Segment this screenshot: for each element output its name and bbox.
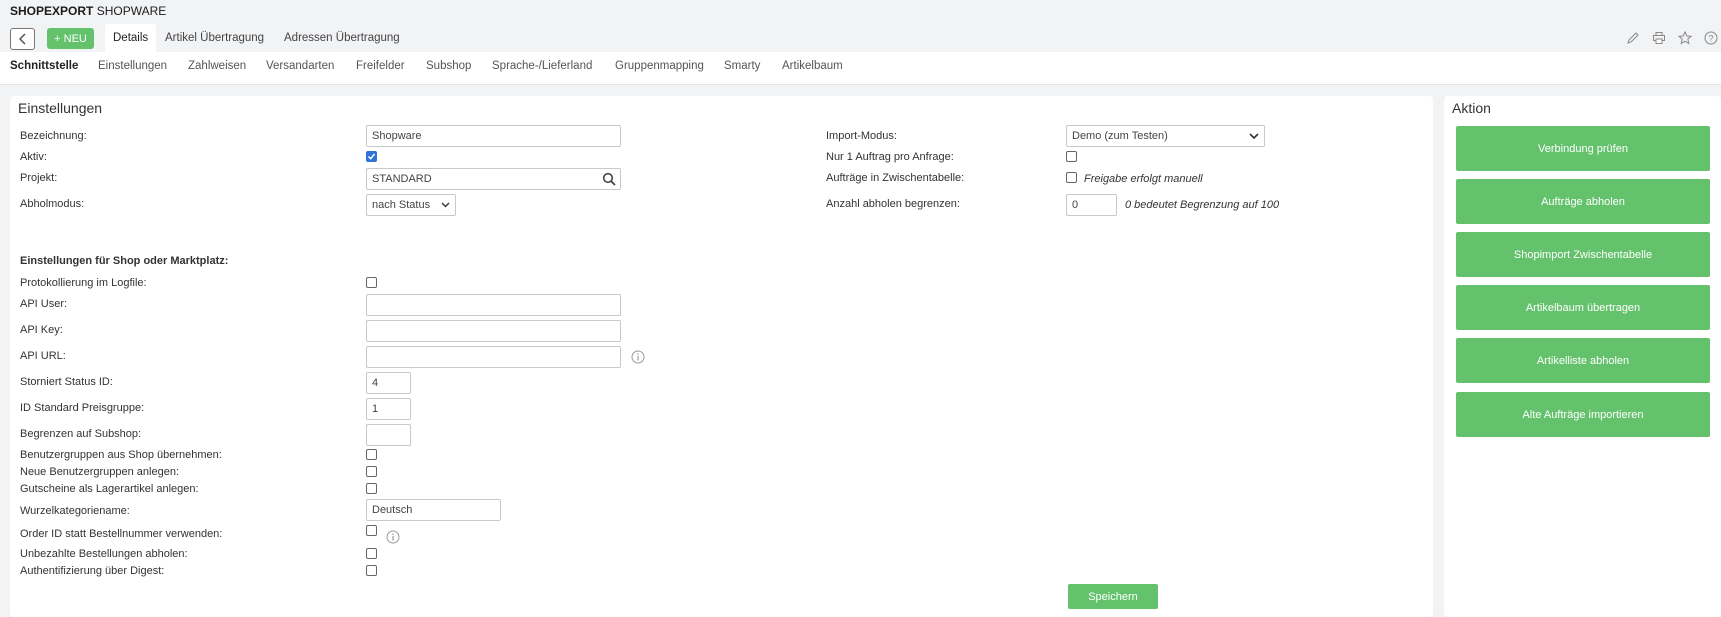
gutscheine-checkbox[interactable] xyxy=(366,483,377,494)
anzahl-label: Anzahl abholen begrenzen: xyxy=(826,198,960,210)
chevron-down-icon xyxy=(441,202,450,208)
shopimport-zwischentabelle-button[interactable]: Shopimport Zwischentabelle xyxy=(1456,232,1710,277)
wurzel-label: Wurzelkategoriename: xyxy=(20,505,130,517)
search-icon[interactable] xyxy=(602,172,616,189)
tab-artikel-uebertragung[interactable]: Artikel Übertragung xyxy=(157,24,272,52)
nur1-label: Nur 1 Auftrag pro Anfrage: xyxy=(826,151,954,163)
settings-panel xyxy=(10,96,1433,617)
zwischentabelle-label: Aufträge in Zwischentabelle: xyxy=(826,172,965,184)
subtab-sprache-lieferland[interactable]: Sprache-/Lieferland xyxy=(492,60,592,72)
bezeichnung-label: Bezeichnung: xyxy=(20,130,87,142)
anzahl-input[interactable]: 0 xyxy=(1066,194,1117,216)
api-key-label: API Key: xyxy=(20,324,63,336)
preisgruppe-label: ID Standard Preisgruppe: xyxy=(20,402,145,414)
import-modus-value: Demo (zum Testen) xyxy=(1072,130,1168,142)
protokoll-label: Protokollierung im Logfile: xyxy=(20,277,147,289)
app-title-bold: SHOPEXPORT xyxy=(10,4,94,18)
tab-details[interactable]: Details xyxy=(105,24,157,52)
preisgruppe-input[interactable]: 1 xyxy=(366,398,411,420)
import-modus-label: Import-Modus: xyxy=(826,130,897,142)
sub-navigation xyxy=(0,52,1721,85)
subtab-smarty[interactable]: Smarty xyxy=(724,60,760,72)
digest-label: Authentifizierung über Digest: xyxy=(20,565,165,577)
unbezahlt-checkbox[interactable] xyxy=(366,548,377,559)
abholmodus-label: Abholmodus: xyxy=(20,198,85,210)
subtab-artikelbaum[interactable]: Artikelbaum xyxy=(782,60,843,72)
bezeichnung-input[interactable]: Shopware xyxy=(366,125,621,147)
pencil-icon[interactable] xyxy=(1625,30,1641,46)
subtab-versandarten[interactable]: Versandarten xyxy=(266,60,334,72)
abholmodus-select[interactable]: nach Status xyxy=(366,194,456,216)
protokoll-checkbox[interactable] xyxy=(366,277,377,288)
subtab-freifelder[interactable]: Freifelder xyxy=(356,60,405,72)
benutzergruppen-checkbox[interactable] xyxy=(366,449,377,460)
projekt-input[interactable]: STANDARD xyxy=(366,168,621,190)
storniert-label: Storniert Status ID: xyxy=(20,376,113,388)
abholmodus-value: nach Status xyxy=(372,199,431,211)
aktiv-checkbox[interactable] xyxy=(366,151,377,162)
action-title: Aktion xyxy=(1452,100,1491,116)
neue-gruppen-checkbox[interactable] xyxy=(366,466,377,477)
chevron-down-icon xyxy=(1249,132,1259,139)
printer-icon[interactable] xyxy=(1651,30,1667,46)
app-title-rest: SHOPWARE xyxy=(96,4,167,18)
zwischentabelle-checkbox[interactable] xyxy=(1066,172,1077,183)
zwischentabelle-hint: Freigabe erfolgt manuell xyxy=(1084,173,1203,185)
digest-checkbox[interactable] xyxy=(366,565,377,576)
save-button[interactable]: Speichern xyxy=(1068,584,1158,609)
subtab-schnittstelle[interactable]: Schnittstelle xyxy=(10,60,78,72)
anzahl-hint: 0 bedeutet Begrenzung auf 100 xyxy=(1125,199,1280,211)
subtab-subshop[interactable]: Subshop xyxy=(426,60,471,72)
order-id-checkbox[interactable] xyxy=(366,525,377,536)
alte-auftraege-importieren-button[interactable]: Alte Aufträge importieren xyxy=(1456,392,1710,437)
new-button[interactable]: + NEU xyxy=(47,28,94,49)
settings-title: Einstellungen xyxy=(18,100,103,116)
unbezahlt-label: Unbezahlte Bestellungen abholen: xyxy=(20,548,188,560)
subshop-input[interactable] xyxy=(366,424,411,446)
projekt-value: STANDARD xyxy=(372,173,432,185)
svg-text:?: ? xyxy=(1708,34,1713,44)
api-user-input[interactable] xyxy=(366,294,621,316)
help-icon[interactable]: ? xyxy=(1703,30,1719,46)
nur1-checkbox[interactable] xyxy=(1066,151,1077,162)
gutscheine-label: Gutscheine als Lagerartikel anlegen: xyxy=(20,483,199,495)
subtab-gruppenmapping[interactable]: Gruppenmapping xyxy=(615,60,704,72)
subshop-label: Begrenzen auf Subshop: xyxy=(20,428,142,440)
subtab-einstellungen[interactable]: Einstellungen xyxy=(98,60,167,72)
subtab-zahlweisen[interactable]: Zahlweisen xyxy=(188,60,246,72)
order-id-label: Order ID statt Bestellnummer verwenden: xyxy=(20,528,223,540)
chevron-left-icon xyxy=(18,33,26,45)
benutzergruppen-label: Benutzergruppen aus Shop übernehmen: xyxy=(20,449,222,461)
api-user-label: API User: xyxy=(20,298,68,310)
star-icon[interactable] xyxy=(1677,30,1693,46)
info-icon[interactable] xyxy=(631,350,645,364)
app-title: SHOPEXPORT SHOPWARE xyxy=(10,4,166,18)
artikelliste-abholen-button[interactable]: Artikelliste abholen xyxy=(1456,338,1710,383)
shop-section-title: Einstellungen für Shop oder Marktplatz: xyxy=(20,255,229,267)
info-icon[interactable] xyxy=(386,530,400,544)
back-button[interactable] xyxy=(10,28,35,50)
wurzel-input[interactable]: Deutsch xyxy=(366,499,501,521)
projekt-label: Projekt: xyxy=(20,172,58,184)
api-url-label: API URL: xyxy=(20,350,66,362)
verbindung-pruefen-button[interactable]: Verbindung prüfen xyxy=(1456,126,1710,171)
tab-adressen-uebertragung[interactable]: Adressen Übertragung xyxy=(276,24,408,52)
import-modus-select[interactable]: Demo (zum Testen) xyxy=(1066,125,1265,147)
auftraege-abholen-button[interactable]: Aufträge abholen xyxy=(1456,179,1710,224)
api-url-input[interactable] xyxy=(366,346,621,368)
checkmark-icon xyxy=(367,153,376,160)
artikelbaum-uebertragen-button[interactable]: Artikelbaum übertragen xyxy=(1456,285,1710,330)
storniert-input[interactable]: 4 xyxy=(366,372,411,394)
aktiv-label: Aktiv: xyxy=(20,151,47,163)
neue-gruppen-label: Neue Benutzergruppen anlegen: xyxy=(20,466,180,478)
api-key-input[interactable] xyxy=(366,320,621,342)
